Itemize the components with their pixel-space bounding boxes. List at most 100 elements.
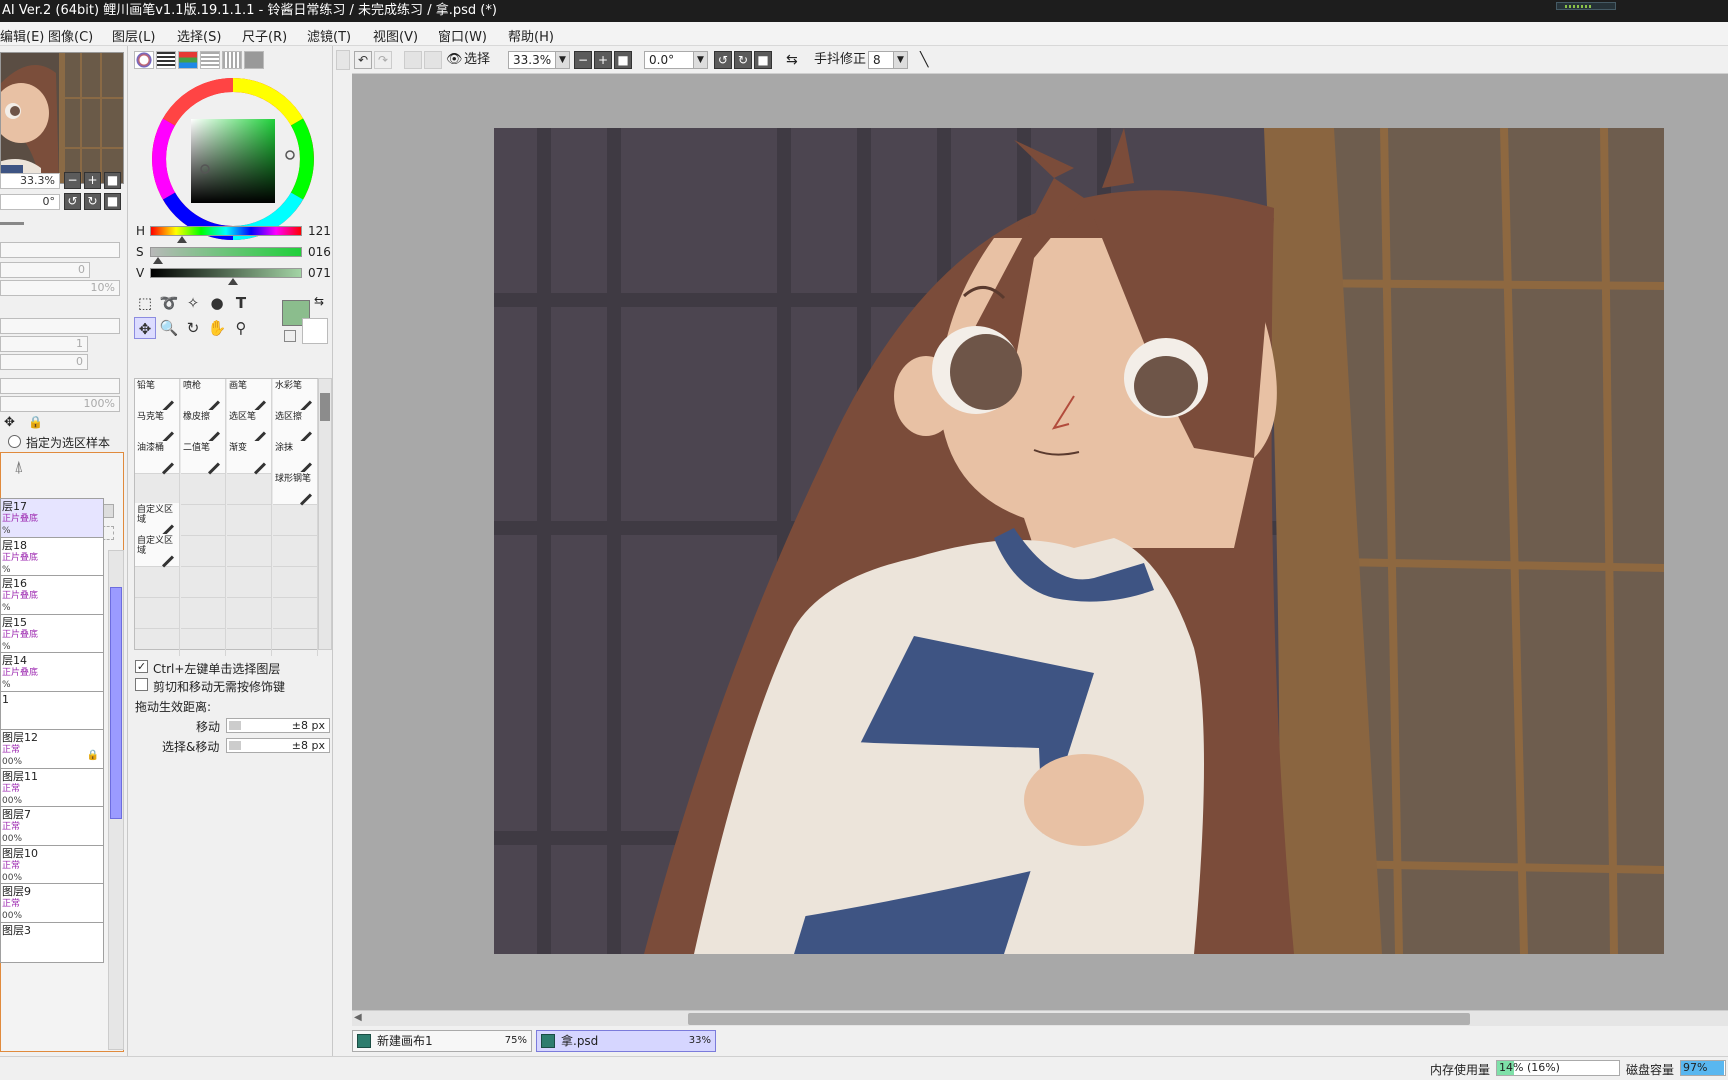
menu-select[interactable]: 选择(S)	[177, 26, 221, 45]
effect-strength-field[interactable]: 100%	[0, 396, 120, 412]
navigator-thumbnail[interactable]	[0, 52, 124, 184]
menu-help[interactable]: 帮助(H)	[508, 26, 554, 45]
zoom-out-button[interactable]: −	[64, 172, 81, 189]
layer-item[interactable]: 图层10 正常 00%	[0, 844, 104, 886]
canvas-hscrollbar[interactable]: ◀	[352, 1010, 1728, 1026]
brush-tool-cell[interactable]: 自定义区域	[135, 503, 180, 537]
zoom-in-button[interactable]: +	[84, 172, 101, 189]
brush-tool-cell[interactable]: 渐变	[227, 441, 272, 475]
layer-item[interactable]: 层18 正片叠底%	[0, 536, 104, 578]
brush-tool-cell[interactable]: 球形钢笔	[273, 472, 318, 506]
brush-tool-cell[interactable]: 选区笔	[227, 410, 272, 444]
blend-mode-select[interactable]	[0, 242, 120, 258]
effect-select[interactable]	[0, 378, 120, 394]
text-tool-icon[interactable]: T	[230, 292, 252, 314]
swap-colors-icon[interactable]: ⇆	[314, 294, 324, 308]
hsv-slider-tab[interactable]	[178, 51, 198, 69]
saturation-slider[interactable]	[150, 247, 302, 257]
select-move-distance-field[interactable]: ±8 px	[226, 738, 330, 753]
ctrl-click-checkbox[interactable]: ✓	[135, 660, 148, 673]
tab-psd[interactable]: 拿.psd 33%	[536, 1030, 716, 1052]
undo-button[interactable]: ↶	[354, 51, 372, 69]
pen-pressure-icon[interactable]: ╲	[920, 51, 928, 69]
eyedropper-icon[interactable]: ⚲	[230, 317, 252, 339]
navigator-slider[interactable]	[0, 222, 24, 225]
magic-wand-icon[interactable]: ✧	[182, 292, 204, 314]
zoom-tool-icon[interactable]: 🔍	[158, 317, 180, 339]
flip-horizontal-icon[interactable]: ⇆	[786, 51, 798, 69]
zoom-reset-button[interactable]: ■	[104, 172, 121, 189]
layer-item[interactable]: 图层3	[0, 921, 104, 963]
zoom-reset-icon[interactable]: ■	[614, 51, 632, 69]
width-field[interactable]: 1	[0, 336, 88, 352]
layer-item[interactable]: 层14 正片叠底%	[0, 652, 104, 693]
redo-button[interactable]: ↷	[374, 51, 392, 69]
scroll-left-icon[interactable]: ◀	[354, 1012, 362, 1023]
texture-select[interactable]	[0, 318, 120, 334]
rotate-reset-icon[interactable]: ■	[754, 51, 772, 69]
zoom-combo[interactable]: 33.3% ▼	[508, 51, 570, 69]
brush-tool-cell[interactable]: 画笔	[227, 379, 272, 413]
brush-tool-cell[interactable]: 二值笔	[181, 441, 226, 475]
layer-item[interactable]: 层17 正片叠底%	[0, 498, 104, 539]
navigator-zoom-field[interactable]: 33.3%	[0, 173, 60, 189]
menu-view[interactable]: 视图(V)	[373, 26, 418, 45]
zoom-in-icon[interactable]: +	[594, 51, 612, 69]
rotation-combo[interactable]: 0.0° ▼	[644, 51, 708, 69]
canvas-area[interactable]	[352, 74, 1728, 1010]
move-distance-field[interactable]: ±8 px	[226, 718, 330, 733]
secondary-color-swatch[interactable]	[302, 318, 328, 344]
brush-tool-cell[interactable]: 水彩笔	[273, 379, 318, 413]
layer-item[interactable]: 图层12 正常 00% 🔒	[0, 729, 104, 770]
hscroll-thumb[interactable]	[688, 1013, 1470, 1025]
strength-field[interactable]: 0	[0, 354, 88, 370]
brush-tool-cell[interactable]: 喷枪	[181, 379, 226, 413]
hand-tool-icon[interactable]: ✋	[206, 317, 228, 339]
menu-window[interactable]: 窗口(W)	[438, 26, 487, 45]
zoom-out-icon[interactable]: −	[574, 51, 592, 69]
brush-tool-cell[interactable]: 自定义区域	[135, 534, 180, 568]
rotate-ccw-icon[interactable]: ↺	[714, 51, 732, 69]
scratchpad-tab[interactable]	[222, 51, 242, 69]
brush-tool-cell[interactable]: 橡皮擦	[181, 410, 226, 444]
layer-item[interactable]: 图层11 正常 00%	[0, 767, 104, 809]
hue-slider-caret[interactable]	[177, 236, 187, 243]
transparent-color-icon[interactable]	[284, 330, 296, 342]
color-wheel-tab[interactable]	[134, 51, 154, 69]
brush-tool-cell[interactable]: 油漆桶	[135, 441, 180, 475]
mix-tab[interactable]	[244, 51, 264, 69]
lock-icon[interactable]: 🔒	[28, 415, 43, 429]
brush-tool-cell[interactable]: 马克笔	[135, 410, 180, 444]
menu-filter[interactable]: 滤镜(T)	[307, 26, 351, 45]
rotate-tool-icon[interactable]: ↻	[182, 317, 204, 339]
hue-ring[interactable]	[150, 76, 316, 242]
rotate-right-button[interactable]: ↻	[84, 193, 101, 210]
panel-collapse-button[interactable]	[336, 50, 350, 70]
rgb-slider-tab[interactable]	[156, 51, 176, 69]
value-slider-caret[interactable]	[228, 278, 238, 285]
layer-item[interactable]: 图层7 正常 00%	[0, 806, 104, 847]
rect-select-icon[interactable]: ⬚	[134, 292, 156, 314]
move-tool-icon[interactable]: ✥	[134, 317, 156, 339]
layer-item[interactable]: 层15 正片叠底%	[0, 613, 104, 655]
rotate-cw-icon[interactable]: ↻	[734, 51, 752, 69]
rotate-left-button[interactable]: ↺	[64, 193, 81, 210]
brush-tool-cell[interactable]: 选区擦	[273, 410, 318, 444]
layer-item[interactable]: 层16 正片叠底%	[0, 575, 104, 616]
layer-item[interactable]: 图层9 正常 00%	[0, 883, 104, 924]
swatch-tab[interactable]	[200, 51, 220, 69]
select-source-radio[interactable]	[8, 435, 21, 448]
shape-icon[interactable]: ●	[206, 292, 228, 314]
selection-visible-icon[interactable]: 👁	[446, 51, 463, 69]
menu-edit[interactable]: 编辑(E)	[0, 26, 44, 45]
navigator-angle-field[interactable]: 0°	[0, 194, 60, 210]
saturation-slider-caret[interactable]	[153, 257, 163, 264]
layer-item[interactable]: 1	[0, 690, 104, 732]
brush-tool-cell[interactable]: 涂抹	[273, 441, 318, 475]
stabilizer-combo[interactable]: 8 ▼	[868, 51, 908, 69]
menu-layer[interactable]: 图层(L)	[112, 26, 155, 45]
tab-new-canvas[interactable]: 新建画布1 75%	[352, 1030, 532, 1052]
deselect-button[interactable]	[404, 51, 422, 69]
density-field[interactable]: 10%	[0, 280, 120, 296]
lasso-icon[interactable]: ➰	[158, 292, 180, 314]
